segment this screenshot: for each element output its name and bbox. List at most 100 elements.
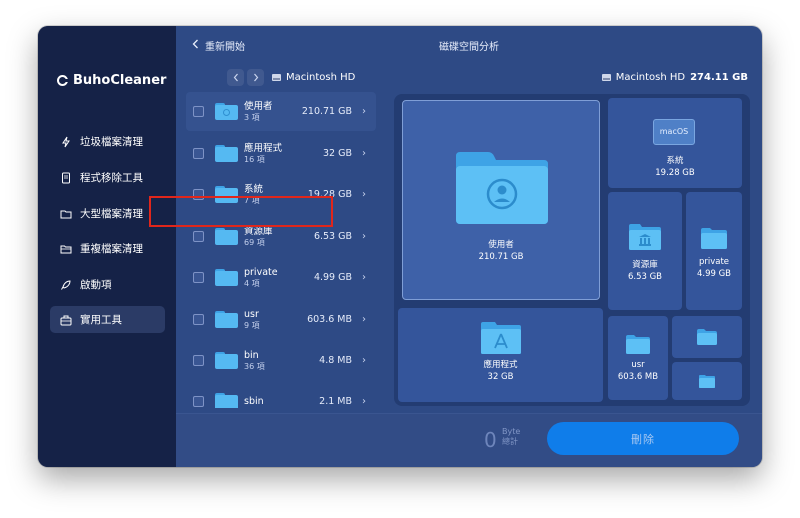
row-count: 36 項: [244, 361, 265, 371]
app-name: BuhoCleaner: [73, 73, 167, 88]
macos-badge-icon: macOS: [653, 119, 695, 145]
disk-info: Macintosh HD 274.11 GB: [601, 72, 748, 83]
file-list: 使用者 3 項 210.71 GB › 應用程式 16 項 32 GB › 系統 7 …: [186, 90, 378, 408]
row-name: 應用程式: [244, 142, 283, 154]
row-size: 2.1 MB: [319, 396, 352, 407]
treemap: 使用者 210.71 GB macOS 系統 19.28 GB 資源庫 6.53…: [394, 94, 750, 406]
chevron-right-icon[interactable]: ›: [362, 106, 366, 117]
tile-name: usr: [631, 360, 645, 370]
row-count: 9 項: [244, 320, 260, 330]
list-item[interactable]: 使用者 3 項 210.71 GB ›: [186, 92, 376, 131]
row-size: 210.71 GB: [301, 106, 352, 117]
sidebar-item-large-files[interactable]: 大型檔案清理: [50, 200, 165, 227]
row-checkbox[interactable]: [193, 148, 204, 159]
chevron-right-icon[interactable]: ›: [362, 148, 366, 159]
row-count: 16 項: [244, 154, 265, 164]
row-size: 603.6 MB: [307, 314, 352, 325]
row-name: usr: [244, 308, 259, 320]
page-title: 磁碟空間分析: [439, 42, 499, 53]
sidebar-item-duplicates[interactable]: 重複檔案清理: [50, 235, 165, 262]
list-item[interactable]: private 4 項 4.99 GB ›: [186, 258, 376, 297]
row-name: 使用者: [244, 100, 273, 112]
nav-forward-button[interactable]: [247, 69, 264, 86]
tile-size: 32 GB: [487, 372, 514, 382]
sidebar-item-label: 程式移除工具: [80, 172, 143, 184]
sidebar: BuhoCleaner 垃圾檔案清理 程式移除工具 大型檔案清理 重複檔案清理: [38, 26, 176, 467]
sidebar-item-junk-cleanup[interactable]: 垃圾檔案清理: [50, 128, 165, 155]
folder-icon: [215, 228, 238, 245]
row-name: 資源庫: [244, 225, 273, 237]
sidebar-item-label: 垃圾檔案清理: [80, 136, 143, 148]
list-item[interactable]: bin 36 項 4.8 MB ›: [186, 341, 376, 380]
chevron-right-icon[interactable]: ›: [362, 314, 366, 325]
disk-icon: [272, 74, 281, 81]
row-size: 6.53 GB: [313, 231, 352, 242]
folder-icon: [697, 329, 717, 345]
row-checkbox[interactable]: [193, 272, 204, 283]
sidebar-item-app-uninstaller[interactable]: 程式移除工具: [50, 164, 165, 191]
row-checkbox[interactable]: [193, 396, 204, 407]
tile-name: 資源庫: [632, 260, 658, 270]
disk-size: 274.11 GB: [690, 72, 748, 83]
treemap-tile-library[interactable]: 資源庫 6.53 GB: [608, 192, 682, 310]
chevron-right-icon[interactable]: ›: [362, 272, 366, 283]
row-name: private: [244, 266, 278, 278]
macos-badge-label: macOS: [659, 127, 689, 136]
tile-name: 應用程式: [483, 360, 518, 370]
folder-icon: [215, 145, 238, 162]
library-folder-icon: [629, 224, 661, 250]
folder-icon: [215, 311, 238, 328]
chevron-right-icon[interactable]: ›: [362, 231, 366, 242]
selected-total-unit: Byte 總計: [502, 427, 520, 447]
sidebar-item-toolkit[interactable]: 實用工具: [50, 306, 165, 333]
row-size: 4.8 MB: [319, 355, 352, 366]
chevron-right-icon: [253, 73, 258, 82]
delete-button[interactable]: 刪除: [547, 422, 739, 455]
row-checkbox[interactable]: [193, 106, 204, 117]
folder-icon: [215, 103, 238, 120]
treemap-tile-small[interactable]: [672, 316, 742, 358]
row-checkbox[interactable]: [193, 355, 204, 366]
treemap-tile-system[interactable]: macOS 系統 19.28 GB: [608, 98, 742, 188]
folder-icon: [626, 335, 650, 354]
disk-name: Macintosh HD: [615, 72, 686, 83]
sidebar-item-startup[interactable]: 啟動項: [50, 271, 165, 298]
chevron-right-icon[interactable]: ›: [362, 189, 366, 200]
unit-line-1: Byte: [502, 427, 521, 436]
tile-size: 4.99 GB: [696, 269, 732, 279]
list-item[interactable]: 應用程式 16 項 32 GB ›: [186, 134, 376, 173]
row-checkbox[interactable]: [193, 231, 204, 242]
main-panel: 重新開始 磁碟空間分析 Macintosh HD Macintosh HD 27…: [176, 26, 762, 467]
row-name: bin: [244, 349, 259, 361]
footer-bar: 0 Byte 總計 刪除: [176, 413, 762, 467]
chevron-right-icon[interactable]: ›: [362, 355, 366, 366]
duplicate-folder-icon: [60, 243, 72, 255]
treemap-tile-private[interactable]: private 4.99 GB: [686, 192, 742, 310]
list-item[interactable]: usr 9 項 603.6 MB ›: [186, 300, 376, 339]
treemap-tile-applications[interactable]: 應用程式 32 GB: [398, 308, 603, 402]
treemap-tile-small[interactable]: [672, 362, 742, 400]
chevron-left-icon: [233, 73, 238, 82]
disk-icon: [601, 74, 611, 81]
row-size: 4.99 GB: [313, 272, 352, 283]
tile-size: 210.71 GB: [478, 252, 524, 262]
row-count: 69 項: [244, 237, 265, 247]
folder-icon: [60, 208, 72, 220]
tile-size: 6.53 GB: [627, 272, 663, 282]
row-size: 32 GB: [323, 148, 352, 159]
rocket-icon: [60, 279, 72, 291]
sidebar-item-label: 重複檔案清理: [80, 243, 143, 255]
treemap-tile-usr[interactable]: usr 603.6 MB: [608, 316, 668, 400]
folder-icon: [701, 228, 727, 249]
sidebar-item-label: 啟動項: [80, 279, 112, 291]
folder-icon: [215, 352, 238, 369]
row-checkbox[interactable]: [193, 314, 204, 325]
chevron-right-icon[interactable]: ›: [362, 396, 366, 407]
row-name: sbin: [244, 396, 264, 407]
nav-back-button[interactable]: [227, 69, 244, 86]
sidebar-item-label: 大型檔案清理: [80, 208, 143, 220]
list-item[interactable]: sbin 2.1 MB ›: [186, 382, 376, 408]
toolbox-icon: [60, 314, 72, 326]
treemap-tile-users[interactable]: 使用者 210.71 GB: [402, 100, 600, 300]
breadcrumb-current: Macintosh HD: [286, 72, 356, 83]
